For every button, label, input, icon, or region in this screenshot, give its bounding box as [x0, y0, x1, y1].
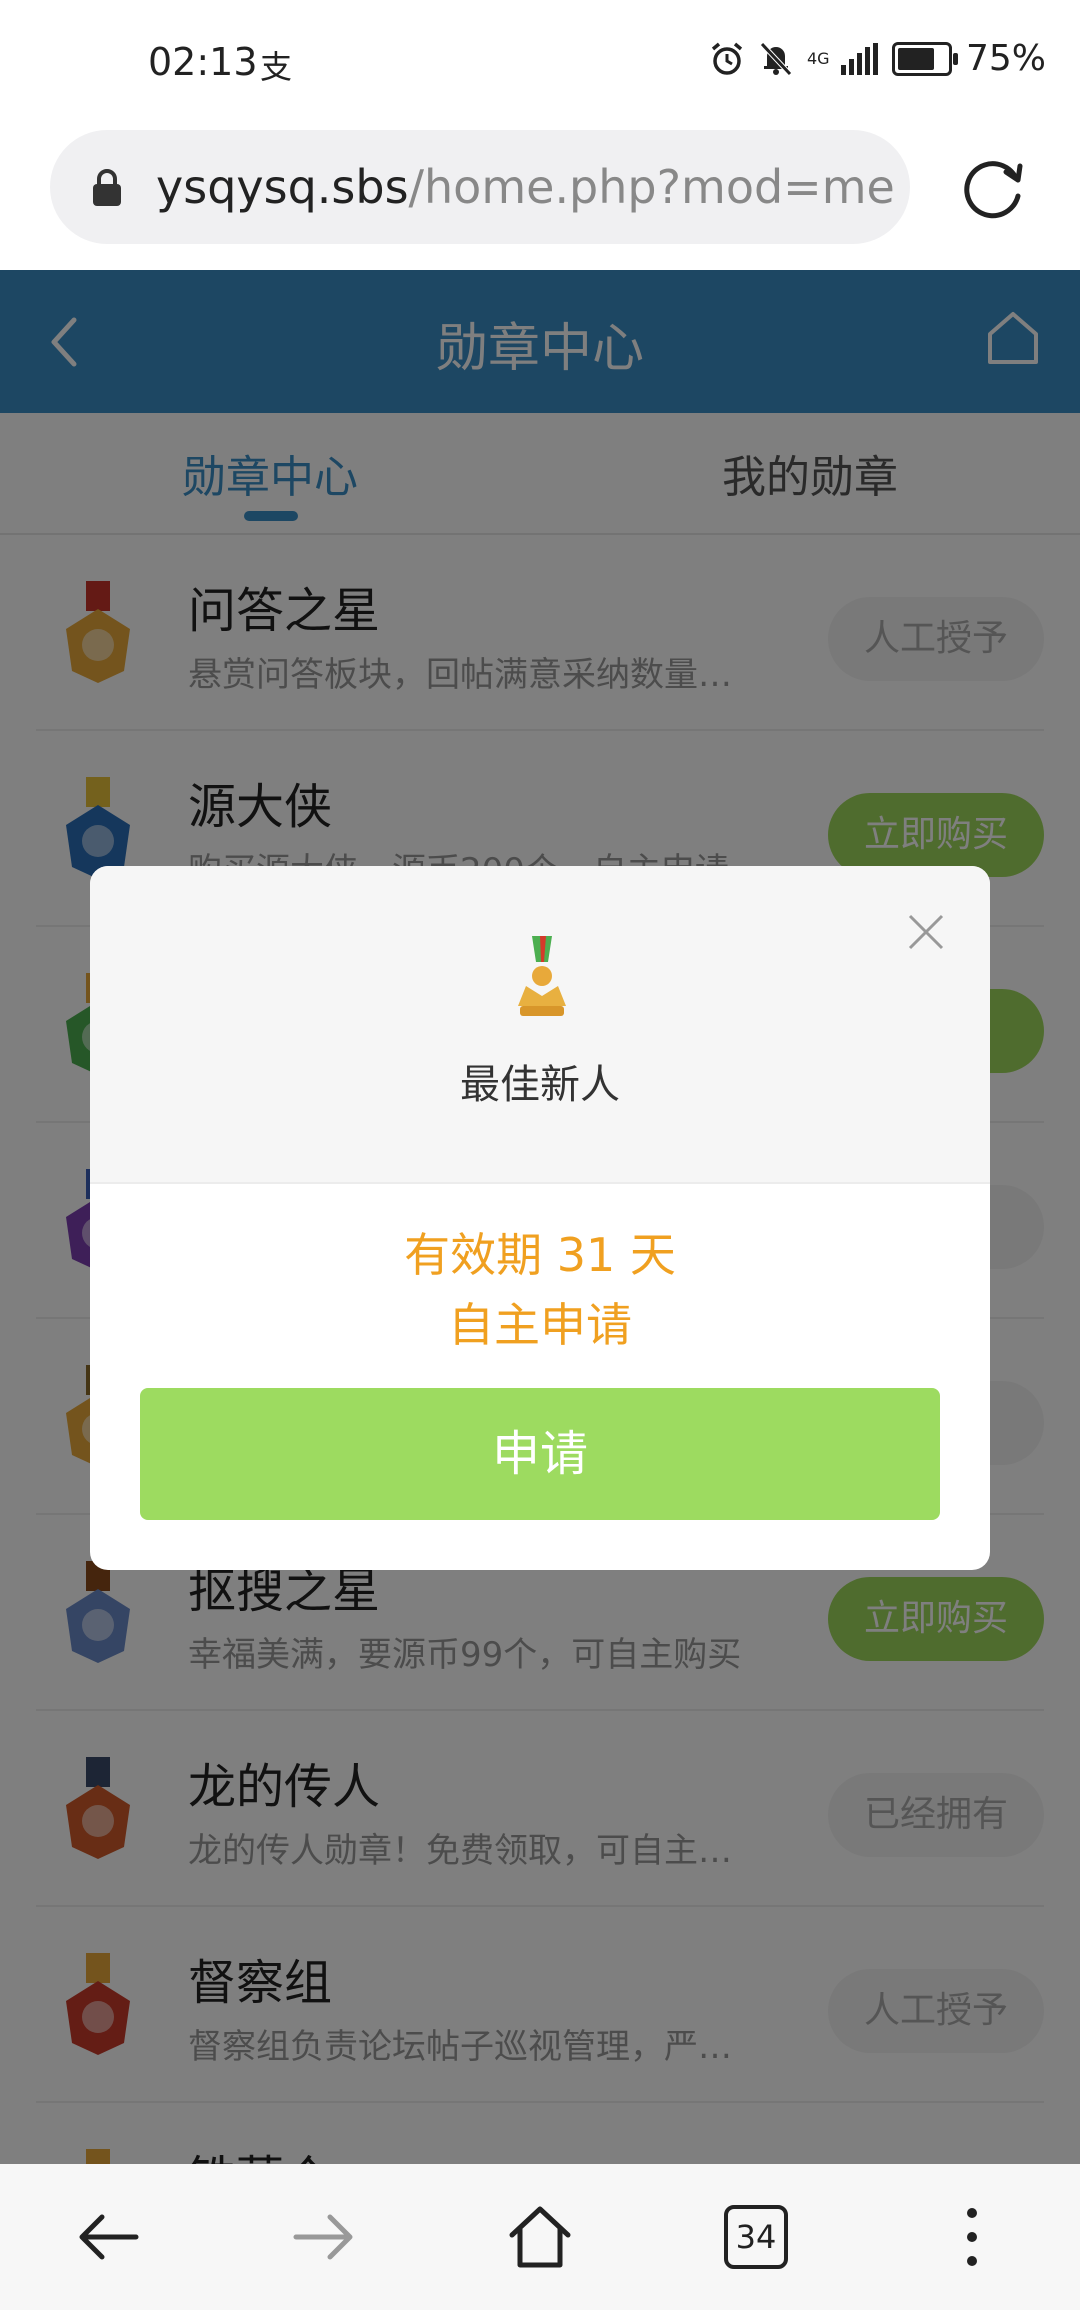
- signal-icon: [840, 42, 878, 75]
- url-bar[interactable]: ysqysq.sbs/home.php?mod=meda: [50, 130, 910, 244]
- nav-home-button[interactable]: [485, 2182, 595, 2292]
- dialog-header: 最佳新人: [90, 866, 990, 1184]
- network-type-label: 4G: [806, 48, 830, 68]
- nav-back-button[interactable]: [53, 2182, 163, 2292]
- mute-bell-icon: [760, 41, 792, 76]
- dialog-medal-name: 最佳新人: [460, 1062, 620, 1108]
- medal-dialog: 最佳新人 有效期 31 天 自主申请 申请: [90, 866, 990, 1570]
- close-icon[interactable]: [906, 912, 946, 952]
- url-path: /home.php?mod=meda: [408, 160, 896, 214]
- status-icons: 4G 75%: [709, 38, 1046, 79]
- nav-forward-button[interactable]: [269, 2182, 379, 2292]
- arrow-left-icon: [79, 2214, 139, 2260]
- reload-icon[interactable]: [958, 152, 1030, 224]
- apply-button[interactable]: 申请: [140, 1388, 940, 1520]
- battery-percent: 75%: [965, 38, 1046, 79]
- validity-text: 有效期 31 天: [404, 1228, 676, 1282]
- arrow-right-icon: [293, 2214, 353, 2260]
- alipay-icon: 支: [260, 48, 293, 86]
- browser-toolbar: ysqysq.sbs/home.php?mod=meda: [0, 124, 1080, 270]
- medal-badge-icon: [518, 936, 566, 1016]
- status-time: 02:13: [148, 40, 258, 84]
- more-vertical-icon: [967, 2208, 977, 2266]
- nav-menu-button[interactable]: [917, 2182, 1027, 2292]
- url-host: ysqysq.sbs: [156, 160, 409, 214]
- browser-bottom-nav: 34: [0, 2164, 1080, 2310]
- alarm-icon: [711, 42, 743, 75]
- web-page: 勋章中心 勋章中心 我的勋章 问答之星悬赏问答板块，回帖满意采纳数量…人工授予源…: [0, 270, 1080, 2164]
- nav-tabs-button[interactable]: 34: [701, 2182, 811, 2292]
- status-bar: 02:13 支 4G 75%: [0, 0, 1080, 124]
- tab-count: 34: [724, 2205, 788, 2269]
- dialog-info: 有效期 31 天 自主申请: [90, 1184, 990, 1360]
- lock-icon: [93, 169, 121, 206]
- battery-fill: [897, 47, 934, 70]
- battery-icon: [891, 41, 958, 76]
- url-text: ysqysq.sbs/home.php?mod=meda: [156, 160, 896, 214]
- home-icon: [509, 2206, 571, 2268]
- apply-type-text: 自主申请: [448, 1298, 632, 1352]
